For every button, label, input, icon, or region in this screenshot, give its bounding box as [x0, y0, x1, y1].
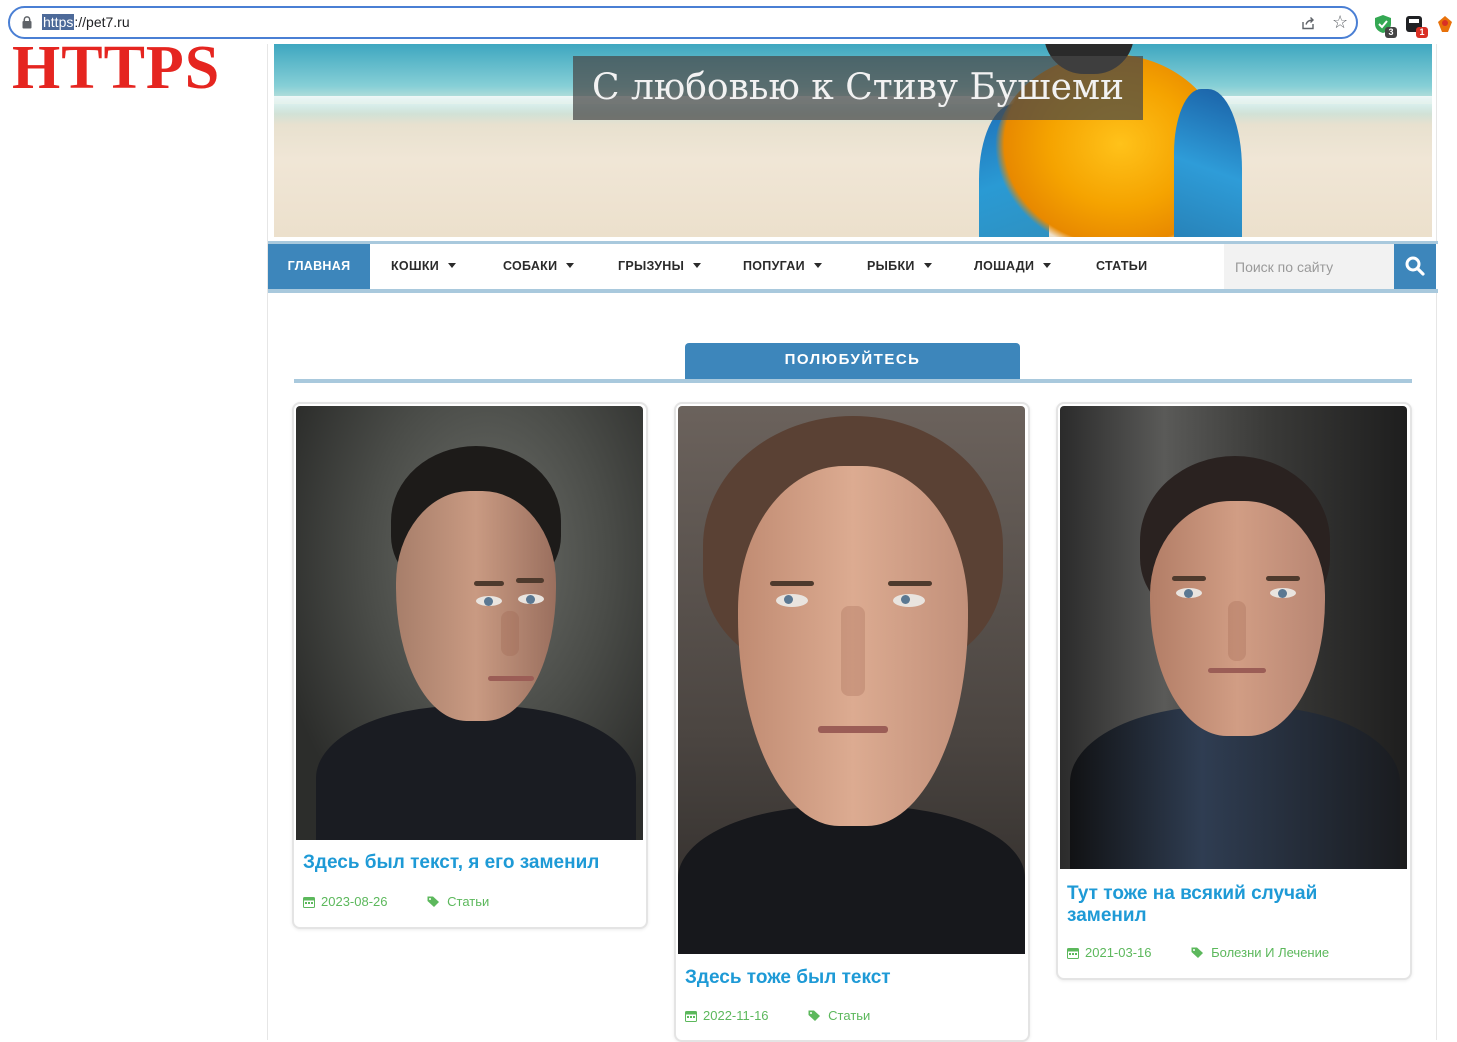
portrait-brow — [1266, 576, 1300, 581]
post-category-label: Статьи — [828, 1008, 871, 1023]
nav-item-horses[interactable]: ЛОШАДИ — [974, 244, 1052, 289]
post-category[interactable]: Статьи — [808, 1008, 870, 1023]
post-category[interactable]: Болезни И Лечение — [1191, 945, 1329, 960]
url-host: ://pet7.ru — [74, 14, 130, 30]
post-photo[interactable] — [1060, 406, 1407, 869]
portrait-mouth — [488, 676, 534, 681]
share-icon[interactable] — [1300, 15, 1316, 31]
nav-item-articles[interactable]: СТАТЬИ — [1096, 244, 1147, 289]
portrait-brow — [516, 578, 544, 583]
calendar-icon — [685, 1010, 697, 1022]
portrait-mouth — [818, 726, 888, 733]
portrait-eye — [1176, 588, 1202, 598]
portrait-face — [396, 491, 556, 721]
search-button[interactable] — [1394, 244, 1436, 289]
calendar-icon — [303, 896, 315, 908]
portrait-brow — [770, 581, 814, 586]
tags-icon — [427, 896, 440, 907]
nav-item-parrots[interactable]: ПОПУГАИ — [743, 244, 822, 289]
post-date: 2021-03-16 — [1085, 945, 1152, 960]
lock-icon[interactable] — [22, 16, 32, 29]
site-title[interactable]: С любовью к Стиву Бушеми — [573, 56, 1143, 120]
nav-label: СОБАКИ — [503, 259, 558, 273]
nav-label: ГРЫЗУНЫ — [618, 259, 685, 273]
post-photo[interactable] — [296, 406, 643, 840]
portrait-nose — [841, 606, 865, 696]
portrait — [296, 406, 643, 840]
calendar-icon — [1067, 947, 1079, 959]
post-card[interactable]: Здесь тоже был текст 2022-11-16 Статьи — [674, 402, 1030, 1042]
extension-badge: 3 — [1385, 27, 1397, 38]
section-heading: ПОЛЮБУЙТЕСЬ — [294, 343, 1412, 383]
portrait — [678, 406, 1025, 954]
bookmark-star-icon[interactable]: ☆ — [1332, 13, 1348, 31]
section-title: ПОЛЮБУЙТЕСЬ — [685, 343, 1020, 379]
nav-label: ПОПУГАИ — [743, 259, 805, 273]
portrait-nose — [501, 611, 519, 656]
search-icon — [1405, 256, 1425, 276]
extension-badge: 1 — [1416, 27, 1428, 38]
nav-item-cats[interactable]: КОШКИ — [391, 244, 457, 289]
portrait — [1060, 406, 1407, 869]
portrait-body — [678, 806, 1025, 954]
nav-item-dogs[interactable]: СОБАКИ — [503, 244, 575, 289]
url-scheme: https — [42, 14, 75, 30]
post-title-link[interactable]: Здесь был текст, я его заменил — [303, 852, 633, 874]
chevron-down-icon — [693, 263, 702, 269]
tags-icon — [808, 1010, 821, 1021]
post-meta: 2021-03-16 Болезни И Лечение — [1067, 945, 1329, 960]
nav-item-fish[interactable]: РЫБКИ — [867, 244, 932, 289]
red-extension-icon[interactable] — [1436, 14, 1454, 34]
post-category-label: Статьи — [447, 894, 490, 909]
dark-extension-icon[interactable]: 1 — [1404, 14, 1428, 38]
nav-item-home[interactable]: ГЛАВНАЯ — [268, 244, 370, 289]
portrait-brow — [1172, 576, 1206, 581]
post-card[interactable]: Здесь был текст, я его заменил 2023-08-2… — [292, 402, 648, 929]
post-photo[interactable] — [678, 406, 1025, 954]
nav-label: КОШКИ — [391, 259, 440, 273]
site-frame: С любовью к Стиву Бушеми ГЛАВНАЯ КОШКИ С… — [267, 44, 1438, 1042]
post-title-link[interactable]: Здесь тоже был текст — [685, 967, 1015, 989]
post-meta: 2022-11-16 Статьи — [685, 1008, 870, 1023]
main-navigation: ГЛАВНАЯ КОШКИ СОБАКИ ГРЫЗУНЫ ПОПУГАИ РЫБ… — [268, 241, 1438, 293]
post-meta: 2023-08-26 Статьи — [303, 894, 489, 909]
url-text[interactable]: https://pet7.ru — [42, 14, 130, 30]
portrait-body — [316, 706, 636, 840]
portrait-eye — [893, 594, 925, 607]
nav-label: РЫБКИ — [867, 259, 915, 273]
tags-icon — [1191, 947, 1204, 958]
post-category-label: Болезни И Лечение — [1211, 945, 1330, 960]
parrot-wing-right — [1174, 89, 1242, 237]
post-date: 2022-11-16 — [703, 1008, 769, 1023]
nav-label: ЛОШАДИ — [974, 259, 1035, 273]
shield-check-extension-icon[interactable]: 3 — [1373, 14, 1397, 38]
portrait-eye — [476, 596, 502, 606]
portrait-eye — [776, 594, 808, 607]
chevron-down-icon — [566, 263, 575, 269]
nav-item-rodents[interactable]: ГРЫЗУНЫ — [618, 244, 702, 289]
portrait-eye — [518, 594, 544, 604]
search-input[interactable] — [1224, 244, 1394, 289]
post-card[interactable]: Тут тоже на всякий случай заменил 2021-0… — [1056, 402, 1412, 980]
nav-label: СТАТЬИ — [1096, 259, 1148, 273]
chevron-down-icon — [813, 263, 822, 269]
portrait-eye — [1270, 588, 1296, 598]
portrait-mouth — [1208, 668, 1266, 673]
https-overlay-label: HTTPS — [12, 34, 221, 102]
portrait-brow — [474, 581, 504, 586]
chevron-down-icon — [448, 263, 457, 269]
chevron-down-icon — [923, 263, 932, 269]
header-banner[interactable]: С любовью к Стиву Бушеми — [274, 44, 1432, 237]
nav-label: ГЛАВНАЯ — [287, 259, 351, 273]
portrait-nose — [1228, 601, 1246, 661]
portrait-brow — [888, 581, 932, 586]
post-title-link[interactable]: Тут тоже на всякий случай заменил — [1067, 883, 1367, 927]
post-category[interactable]: Статьи — [427, 894, 489, 909]
post-date: 2023-08-26 — [321, 894, 388, 909]
chevron-down-icon — [1043, 263, 1052, 269]
